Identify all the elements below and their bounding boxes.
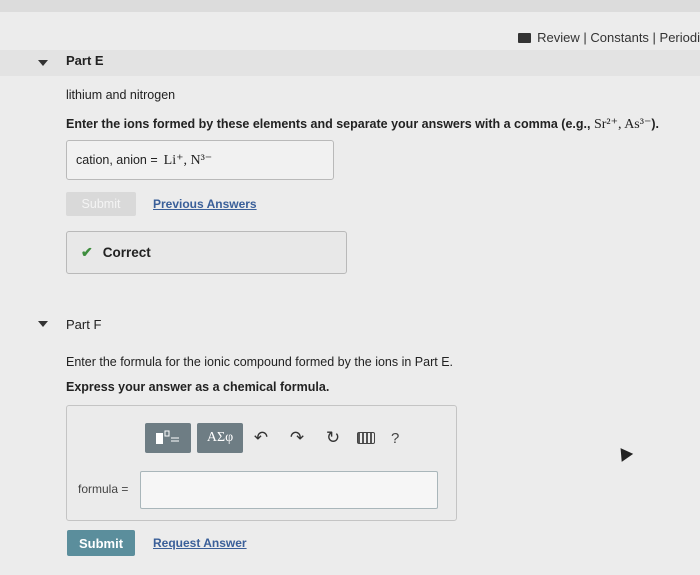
redo-icon[interactable]: ↷ [285,428,309,448]
part-e-title: Part E [66,52,104,68]
top-band [0,0,700,12]
undo-icon[interactable]: ↶ [249,428,273,448]
part-e-instruction: Enter the ions formed by these elements … [66,117,659,132]
template-icon[interactable] [145,423,191,453]
part-e-prompt: lithium and nitrogen [66,88,176,102]
correct-feedback: ✔ Correct [66,231,347,274]
mouse-cursor-icon [614,444,634,462]
greek-symbols-button[interactable]: ΑΣφ [197,423,243,453]
reset-icon[interactable]: ↻ [321,428,345,448]
part-f-submit-button[interactable]: Submit [67,530,135,556]
previous-answers-link[interactable]: Previous Answers [153,197,257,211]
part-e-answer-box: cation, anion = Li⁺, N³⁻ [66,140,334,180]
request-answer-link[interactable]: Request Answer [153,536,247,550]
answer-value: Li⁺, N³⁻ [163,152,213,168]
help-button[interactable]: ? [391,430,399,447]
editor-toolbar: ΑΣφ ↶ ↷ ↻ ? [145,423,399,453]
part-f-header[interactable]: Part F [0,311,700,337]
collapse-caret-icon[interactable] [38,60,48,66]
keyboard-icon[interactable] [357,432,375,444]
formula-editor: ΑΣφ ↶ ↷ ↻ ? formula = [66,405,457,521]
part-e-submit-button: Submit [66,192,136,216]
instruction-example: Sr²⁺, As³⁻ [593,117,652,132]
answer-label: cation, anion = [76,153,158,167]
part-f-instruction: Express your answer as a chemical formul… [66,380,330,394]
part-f-prompt: Enter the formula for the ionic compound… [66,355,454,369]
formula-input[interactable] [140,471,438,509]
part-f-title: Part F [66,316,102,332]
collapse-caret-icon[interactable] [38,321,48,327]
review-constants-periodic-links[interactable]: Review | Constants | Periodi [518,30,700,45]
book-icon [518,32,532,43]
top-links-text[interactable]: Review | Constants | Periodi [537,30,700,45]
formula-label: formula = [78,482,129,496]
part-e-header[interactable]: Part E [0,50,700,76]
feedback-text: Correct [102,245,151,260]
checkmark-icon: ✔ [81,244,93,260]
